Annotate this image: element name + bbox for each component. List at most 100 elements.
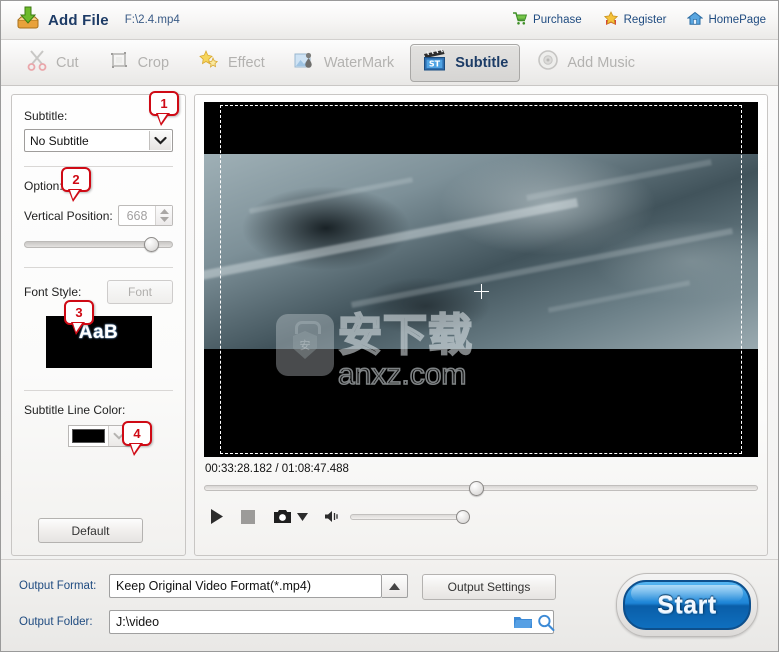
video-frame: 安 安下载 anxz.com <box>204 102 758 457</box>
main-body: Subtitle: No Subtitle Option: Vertical P… <box>1 86 778 556</box>
watermark-icon <box>293 48 317 77</box>
search-folder-button[interactable] <box>537 614 555 636</box>
vertical-position-label: Vertical Position: <box>24 208 113 223</box>
caret-down-icon <box>297 512 308 521</box>
chevron-down-icon <box>149 131 171 150</box>
register-link[interactable]: Register <box>598 11 667 29</box>
purchase-link[interactable]: Purchase <box>507 11 582 29</box>
snapshot-button[interactable] <box>273 509 292 524</box>
cart-icon <box>512 11 528 29</box>
volume-thumb[interactable] <box>456 510 470 524</box>
browse-folder-button[interactable] <box>513 614 533 635</box>
tab-cut-label: Cut <box>56 54 79 71</box>
add-file-button[interactable]: Add File <box>15 5 109 35</box>
video-preview[interactable]: 安 安下载 anxz.com <box>204 102 758 457</box>
start-button-label: Start <box>657 590 717 619</box>
current-file-path: F:\2.4.mp4 <box>124 14 180 26</box>
output-bar: Output Format: Keep Original Video Forma… <box>1 559 778 651</box>
header-links: Purchase Register HomePage <box>491 11 766 29</box>
vertical-position-value: 668 <box>126 208 148 223</box>
search-icon <box>538 614 555 632</box>
play-button[interactable] <box>209 508 225 525</box>
register-label: Register <box>623 14 667 26</box>
caret-up-icon <box>389 582 400 590</box>
subtitle-settings-panel: Subtitle: No Subtitle Option: Vertical P… <box>11 91 186 556</box>
output-folder-field[interactable]: J:\video <box>109 610 554 634</box>
output-settings-button[interactable]: Output Settings <box>422 574 556 600</box>
callout-4: 4 <box>122 421 152 456</box>
folder-icon <box>514 617 532 628</box>
callout-2: 2 <box>61 167 91 202</box>
disc-icon <box>536 48 560 77</box>
homepage-link[interactable]: HomePage <box>682 11 766 29</box>
stop-icon <box>241 509 255 524</box>
add-file-label: Add File <box>48 11 109 29</box>
caret-down-icon <box>159 217 169 222</box>
option-label: Option: <box>24 179 63 193</box>
font-button[interactable]: Font <box>107 280 173 304</box>
font-style-row: Font Style: Font <box>24 280 173 304</box>
caret-up-icon <box>159 209 169 214</box>
seek-thumb[interactable] <box>469 481 485 496</box>
tab-crop[interactable]: Crop <box>95 44 181 82</box>
tab-add-music[interactable]: Add Music <box>524 44 647 82</box>
purchase-label: Purchase <box>533 14 582 26</box>
font-style-label: Font Style: <box>24 285 82 299</box>
volume-track <box>350 514 470 520</box>
timecode-display: 00:33:28.182 / 01:08:47.488 <box>205 463 349 475</box>
crop-icon <box>107 48 131 77</box>
transport-controls <box>209 508 470 525</box>
header-bar: Add File F:\2.4.mp4 Purchase Register Ho… <box>1 1 778 40</box>
volume-slider[interactable] <box>350 510 470 524</box>
subtitle-select-value: No Subtitle <box>30 133 89 148</box>
callout-3: 3 <box>64 300 94 335</box>
output-format-dropdown[interactable] <box>382 574 408 598</box>
start-button-inner: Start <box>623 580 751 630</box>
star-icon <box>603 11 619 29</box>
letterbox-bottom <box>204 349 758 457</box>
tab-effect[interactable]: Effect <box>185 44 277 82</box>
divider-1 <box>24 166 173 167</box>
tab-subtitle-label: Subtitle <box>455 54 509 71</box>
video-still-image <box>204 154 758 349</box>
play-icon <box>211 509 223 524</box>
volume-icon[interactable] <box>324 509 342 524</box>
add-file-icon <box>15 5 41 35</box>
subtitle-line-color-picker[interactable] <box>67 425 130 447</box>
subtitle-select[interactable]: No Subtitle <box>24 129 173 152</box>
snapshot-dropdown[interactable] <box>297 512 308 521</box>
default-button[interactable]: Default <box>38 518 143 543</box>
divider-3 <box>24 390 173 391</box>
vertical-position-slider[interactable] <box>24 237 173 252</box>
vertical-position-stepper[interactable]: 668 <box>118 205 173 226</box>
scissors-icon <box>25 48 49 77</box>
color-swatch[interactable] <box>71 429 105 443</box>
tab-watermark-label: WaterMark <box>323 54 395 71</box>
application-window: Add File F:\2.4.mp4 Purchase Register Ho… <box>0 0 779 652</box>
clapperboard-st-icon: ST <box>422 48 448 77</box>
svg-text:ST: ST <box>429 60 441 69</box>
stop-button[interactable] <box>241 509 255 524</box>
vertical-position-row: Vertical Position: 668 <box>24 205 173 226</box>
divider-2 <box>24 267 173 268</box>
callout-1: 1 <box>149 91 179 126</box>
tab-effect-label: Effect <box>228 54 265 71</box>
tab-watermark[interactable]: WaterMark <box>281 44 406 82</box>
homepage-label: HomePage <box>708 14 766 26</box>
tool-tabs: Cut Crop Effect WaterMark ST Subtitle Ad… <box>1 40 778 86</box>
tab-cut[interactable]: Cut <box>13 44 91 82</box>
start-button[interactable]: Start <box>616 573 758 637</box>
preview-player-panel: 安 安下载 anxz.com 00:33:28.182 / 01:08:47.4… <box>194 94 768 556</box>
tab-subtitle[interactable]: ST Subtitle <box>410 43 521 82</box>
subtitle-line-color-label: Subtitle Line Color: <box>24 403 126 417</box>
output-format-field[interactable]: Keep Original Video Format(*.mp4) <box>109 574 382 598</box>
seek-slider[interactable] <box>204 481 758 496</box>
letterbox-top <box>204 102 758 154</box>
output-folder-label: Output Folder: <box>19 616 93 628</box>
home-icon <box>687 11 704 29</box>
stepper-arrows[interactable] <box>155 206 172 225</box>
camera-icon <box>274 510 291 523</box>
output-format-label: Output Format: <box>19 580 97 592</box>
tab-add-music-label: Add Music <box>567 54 636 71</box>
slider-thumb[interactable] <box>143 237 159 252</box>
